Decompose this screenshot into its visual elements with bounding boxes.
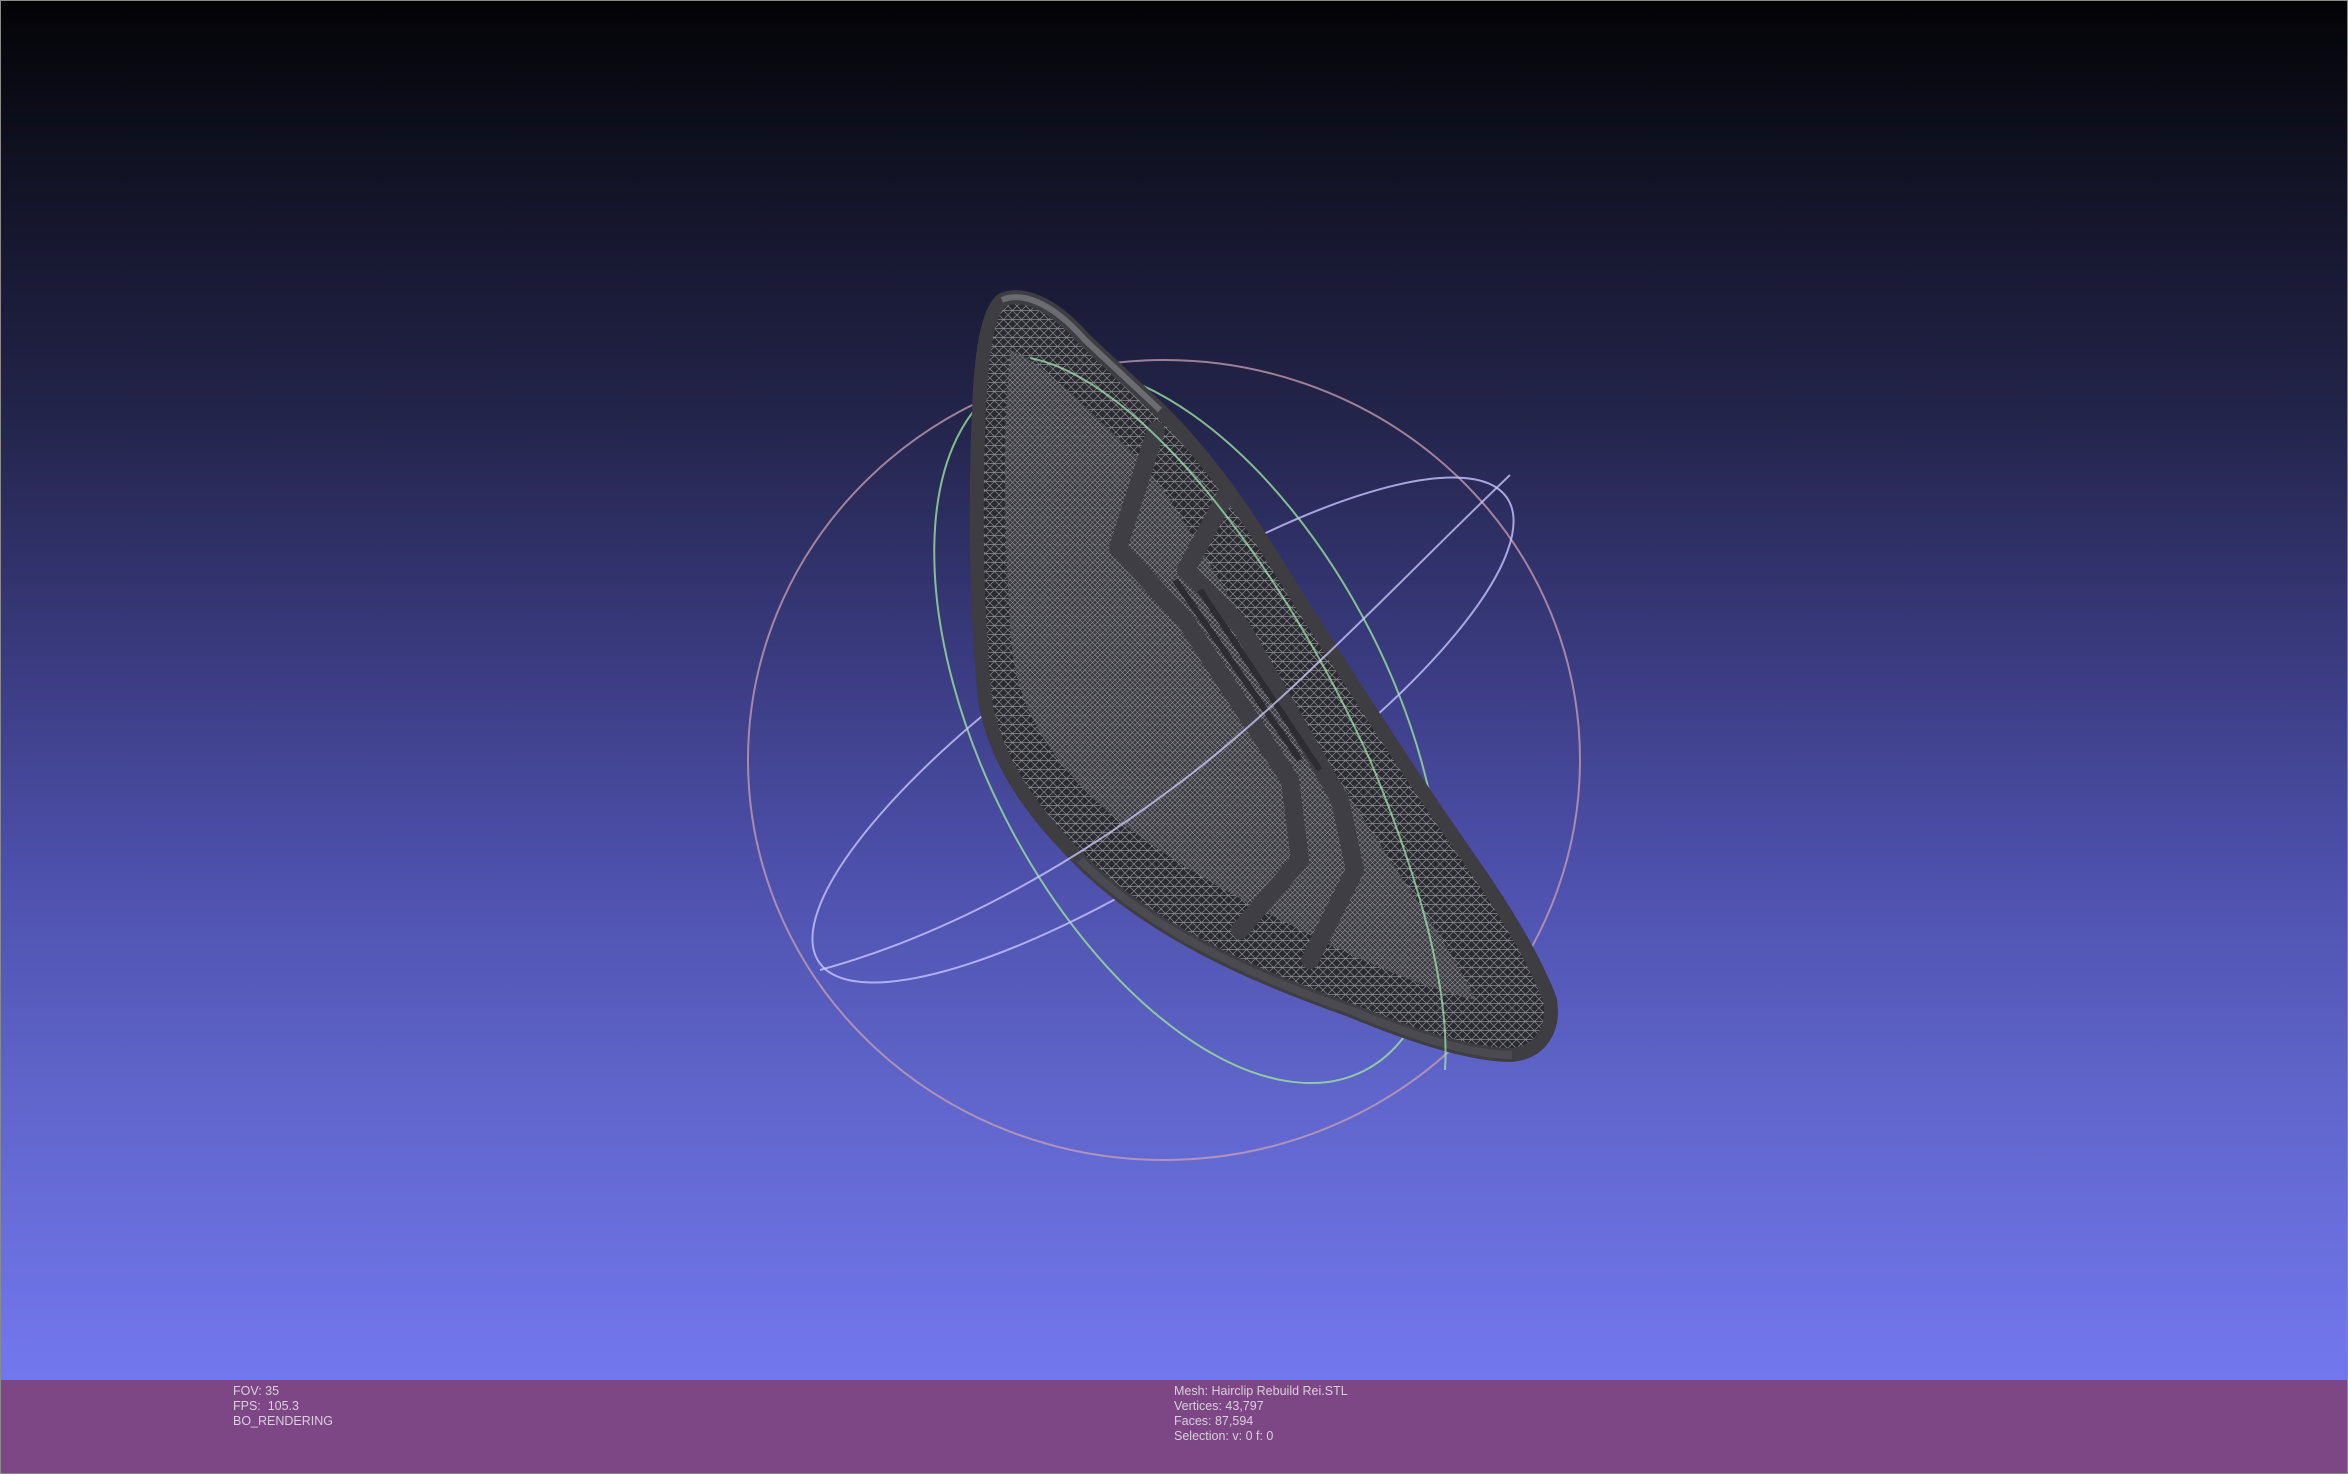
- fov-readout: FOV: 35: [233, 1384, 280, 1398]
- selection-info: Selection: v: 0 f: 0: [1174, 1429, 1274, 1443]
- mesh-model: [969, 290, 1558, 1062]
- mesh-scene[interactable]: [0, 0, 2348, 1380]
- fps-readout: FPS: 105.3: [233, 1399, 300, 1413]
- face-count: Faces: 87,594: [1174, 1414, 1254, 1428]
- render-info: FOV: 35 FPS: 105.3 BO_RENDERING: [233, 1384, 333, 1429]
- mesh-info: Mesh: Hairclip Rebuild Rei.STL Vertices:…: [1174, 1384, 1348, 1444]
- 3d-viewport[interactable]: [0, 0, 2348, 1380]
- mesh-name: Mesh: Hairclip Rebuild Rei.STL: [1174, 1384, 1348, 1398]
- vertex-count: Vertices: 43,797: [1174, 1399, 1264, 1413]
- rendering-mode: BO_RENDERING: [233, 1414, 334, 1428]
- status-bar: FOV: 35 FPS: 105.3 BO_RENDERING Mesh: Ha…: [0, 1380, 2348, 1474]
